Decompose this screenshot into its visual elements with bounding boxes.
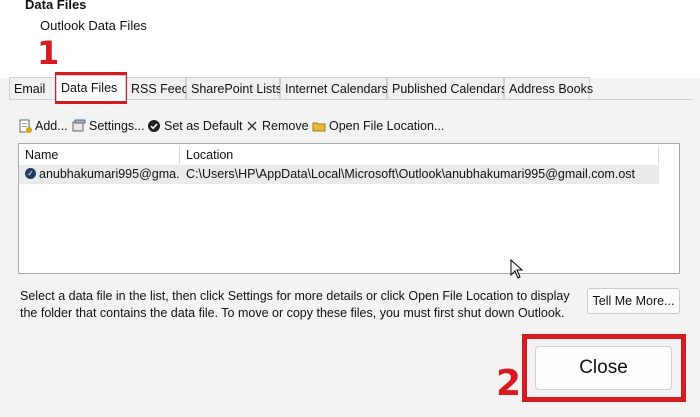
description-text: Select a data file in the list, then cli…	[20, 289, 570, 320]
row-location: C:\Users\HP\AppData\Local\Microsoft\Outl…	[186, 167, 635, 181]
settings-icon	[72, 119, 86, 133]
tab-rss-feeds[interactable]: RSS Feeds	[126, 77, 195, 99]
row-name: anubhakumari995@gma...	[39, 167, 180, 181]
column-header-name[interactable]: Name	[19, 144, 179, 164]
column-header-location[interactable]: Location	[180, 144, 658, 164]
open-file-location-label: Open File Location...	[329, 119, 445, 133]
folder-icon	[312, 119, 326, 133]
settings-label: Settings...	[89, 119, 145, 133]
mouse-cursor-icon	[510, 258, 524, 284]
tab-email[interactable]: Email	[9, 77, 56, 99]
add-file-icon	[18, 119, 32, 133]
table-row[interactable]: ✓ anubhakumari995@gma... C:\Users\HP\AppD…	[19, 165, 659, 184]
tab-address-books[interactable]: Address Books	[504, 77, 593, 99]
step-2-marker: 2	[496, 363, 522, 404]
remove-button[interactable]: Remove	[245, 116, 309, 136]
add-button[interactable]: Add...	[18, 116, 68, 136]
list-header: Name Location	[19, 144, 679, 164]
row-name-cell: ✓ anubhakumari995@gma...	[25, 165, 180, 184]
check-circle-icon	[147, 119, 161, 133]
column-separator	[658, 146, 659, 164]
settings-button[interactable]: Settings...	[72, 116, 145, 136]
dialog-title: Data Files	[25, 0, 87, 12]
highlight-close-button	[522, 334, 686, 402]
data-file-list[interactable]: Name Location ✓ anubhakumari995@gma... C:…	[18, 143, 680, 274]
tab-published-calendars[interactable]: Published Calendars	[387, 77, 507, 99]
set-as-default-label: Set as Default	[164, 119, 243, 133]
remove-label: Remove	[262, 119, 309, 133]
tab-data-files[interactable]: Data Files	[56, 75, 126, 101]
open-file-location-button[interactable]: Open File Location...	[312, 116, 444, 136]
tell-me-more-button[interactable]: Tell Me More...	[587, 288, 680, 314]
default-check-icon: ✓	[25, 168, 36, 180]
add-label: Add...	[35, 119, 68, 133]
set-as-default-button[interactable]: Set as Default	[147, 116, 243, 136]
step-1-marker: 1	[37, 34, 60, 72]
tab-internet-calendars[interactable]: Internet Calendars	[280, 77, 388, 99]
x-icon	[245, 119, 259, 133]
tab-sharepoint-lists[interactable]: SharePoint Lists	[186, 77, 282, 99]
dialog-subtitle: Outlook Data Files	[40, 18, 147, 33]
